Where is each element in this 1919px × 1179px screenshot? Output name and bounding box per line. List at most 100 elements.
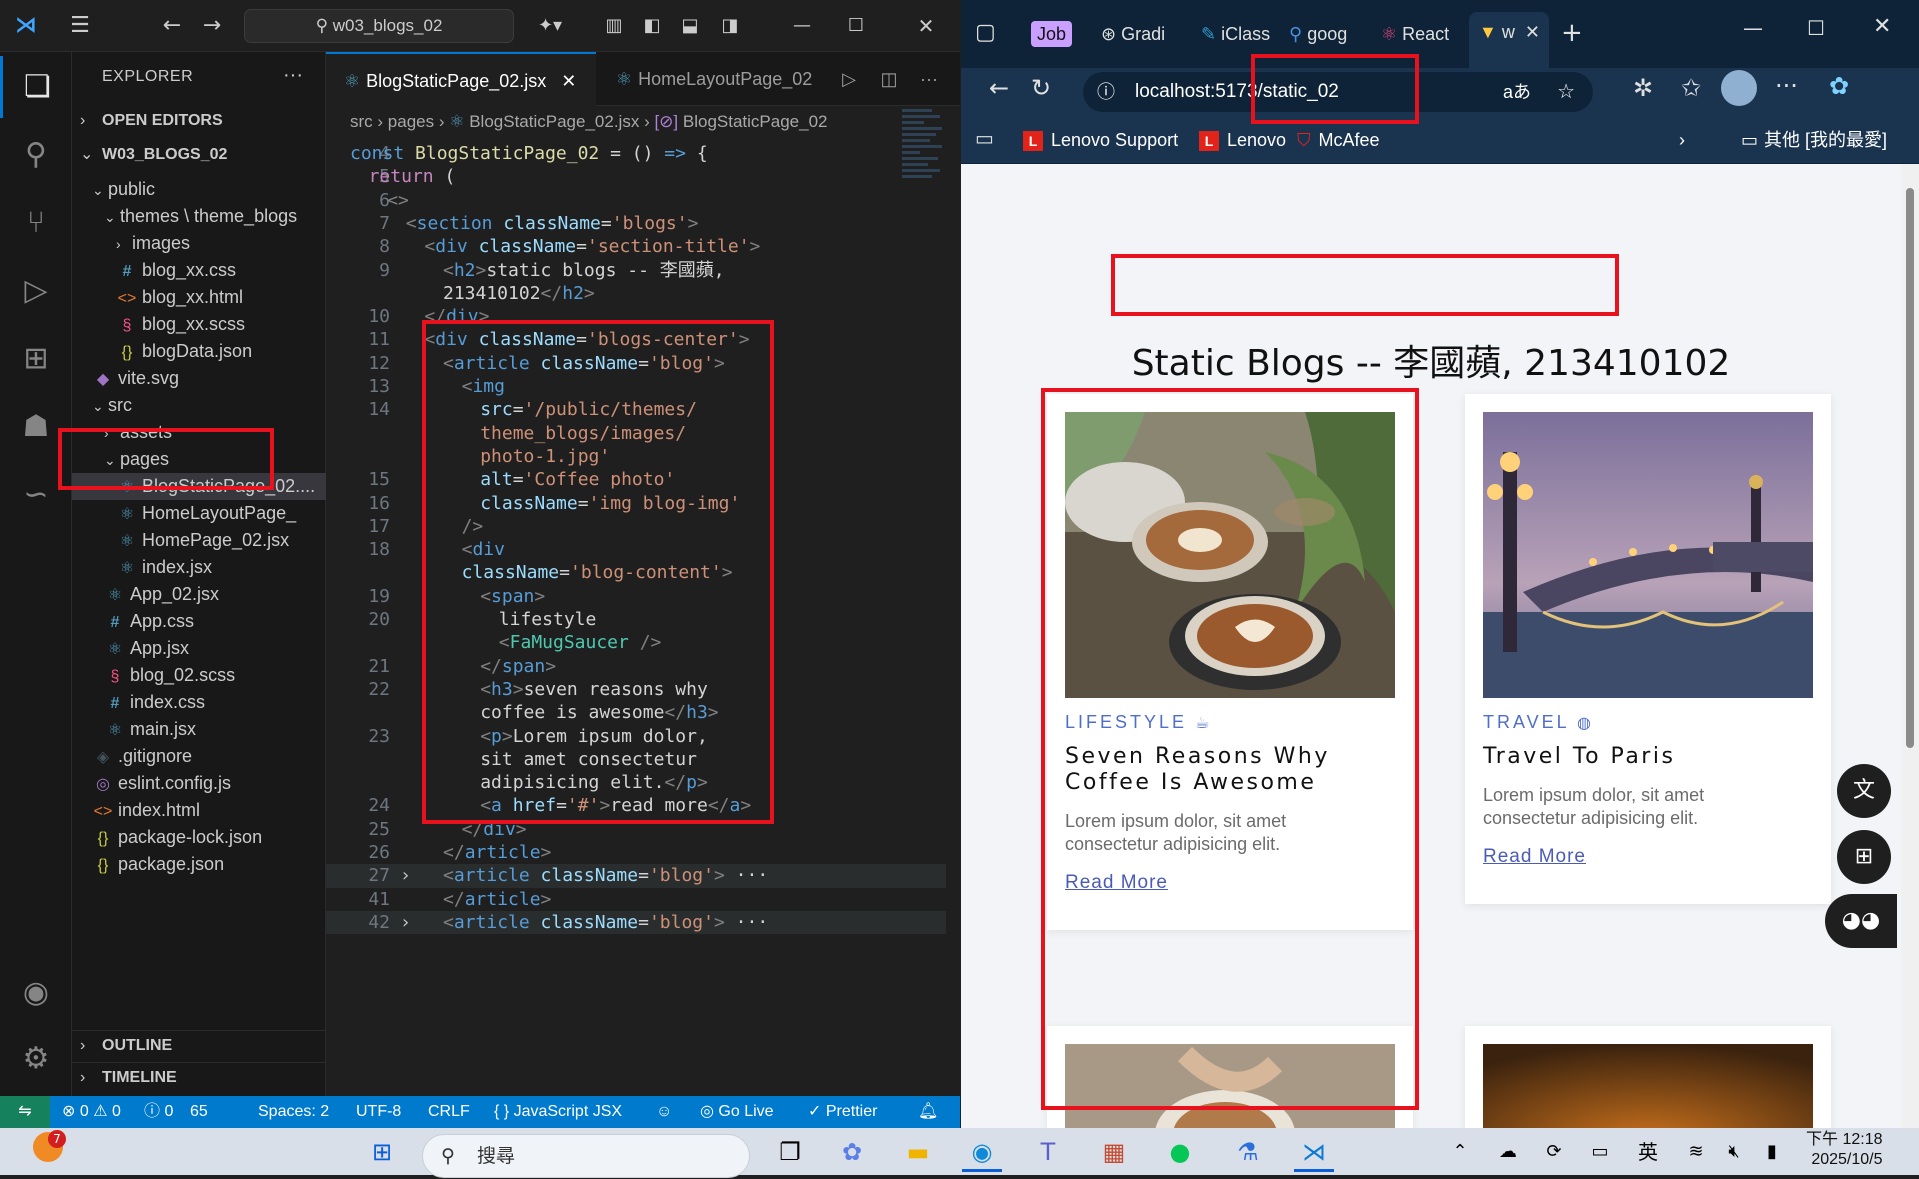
scrollbar-thumb[interactable] bbox=[1906, 188, 1914, 748]
taskbar-search[interactable]: ⚲ 搜尋 bbox=[422, 1134, 750, 1178]
more-actions-icon[interactable]: ··· bbox=[283, 64, 303, 87]
info-indicator[interactable]: ⓘ 0 bbox=[144, 1096, 173, 1128]
tree-item[interactable]: ◆ vite.svg bbox=[72, 365, 326, 392]
breadcrumb-item[interactable]: BlogStaticPage_02 bbox=[683, 112, 828, 131]
code-line[interactable]: 10 </div> bbox=[326, 305, 946, 328]
tree-item[interactable]: ⌄ src bbox=[72, 392, 326, 419]
apps-grid-icon[interactable]: ⊞ bbox=[1837, 830, 1891, 884]
code-line[interactable]: 4 const BlogStaticPage_02 = () => { bbox=[326, 142, 946, 165]
run-debug-icon[interactable]: ▷ bbox=[0, 260, 72, 322]
tab-homelayoutpage[interactable]: ⚛ HomeLayoutPage_02 bbox=[598, 52, 830, 106]
close-tab-icon[interactable]: ✕ bbox=[561, 71, 576, 91]
store-icon[interactable]: ▦ bbox=[1094, 1132, 1134, 1172]
layout-customize-icon[interactable]: ▥ bbox=[598, 12, 630, 40]
tab-gradio[interactable]: ⊛ Gradi bbox=[1101, 14, 1191, 54]
code-line[interactable]: 12 <article className='blog'> bbox=[326, 352, 946, 375]
code-line[interactable]: 8 <div className='section-title'> bbox=[326, 235, 946, 258]
code-line[interactable]: 21 </span> bbox=[326, 655, 946, 678]
favorites-icon[interactable]: ✩ bbox=[1681, 74, 1701, 102]
tab-react[interactable]: ⚛ React bbox=[1381, 14, 1465, 54]
tree-item[interactable]: ◎ eslint.config.js bbox=[72, 770, 326, 797]
breadcrumb-item[interactable]: BlogStaticPage_02.jsx bbox=[469, 112, 639, 131]
copilot-app-icon[interactable]: ✿ bbox=[832, 1132, 872, 1172]
chevron-up-icon[interactable]: ⌃ bbox=[1440, 1132, 1480, 1172]
language-status[interactable]: { } JavaScript JSX bbox=[494, 1096, 622, 1128]
other-favorites-folder[interactable]: ▭ 其他 [我的最愛] bbox=[1741, 128, 1887, 152]
wifi-icon[interactable]: ≋ bbox=[1676, 1132, 1716, 1172]
code-line[interactable]: 15 alt='Coffee photo' bbox=[326, 468, 946, 491]
back-arrow-icon[interactable]: ← bbox=[989, 74, 1009, 102]
source-control-icon[interactable]: ⑂ bbox=[0, 192, 72, 254]
sync-icon[interactable]: ⟳ bbox=[1534, 1132, 1574, 1172]
go-live-button[interactable]: ◎ Go Live bbox=[700, 1096, 774, 1128]
search-icon[interactable]: ⚲ bbox=[0, 124, 72, 186]
line-app-icon[interactable]: ● bbox=[1160, 1132, 1200, 1172]
read-more-link[interactable]: Read More bbox=[1483, 846, 1586, 868]
edge-browser-icon[interactable]: ◉ bbox=[962, 1132, 1002, 1172]
code-line[interactable]: 19 <span> bbox=[326, 585, 946, 608]
tree-item[interactable]: ⌄ pages bbox=[72, 446, 326, 473]
tree-item[interactable]: ⚛ App_02.jsx bbox=[72, 581, 326, 608]
code-line[interactable]: 6 <> bbox=[326, 189, 946, 212]
tree-item[interactable]: › images bbox=[72, 230, 326, 257]
fold-chevron-icon[interactable]: › bbox=[400, 911, 411, 934]
extensions-icon[interactable]: ✲ bbox=[1633, 74, 1653, 102]
code-editor[interactable]: 4 const BlogStaticPage_02 = () => {5 retur… bbox=[326, 142, 946, 1096]
breadcrumb-item[interactable]: src bbox=[350, 112, 373, 131]
tree-item[interactable]: # App.css bbox=[72, 608, 326, 635]
code-line[interactable]: 7 <section className='blogs'> bbox=[326, 212, 946, 235]
code-line[interactable]: 17 /> bbox=[326, 515, 946, 538]
fold-chevron-icon[interactable]: › bbox=[400, 864, 411, 887]
tree-item[interactable]: ⚛ HomePage_02.jsx bbox=[72, 527, 326, 554]
copilot-status-icon[interactable]: ☺ bbox=[656, 1096, 672, 1128]
windows-start-icon[interactable]: ⊞ bbox=[362, 1132, 402, 1172]
tree-item[interactable]: <> blog_xx.html bbox=[72, 284, 326, 311]
run-icon[interactable]: ▷ bbox=[834, 52, 864, 106]
tab-iclass[interactable]: ✎ iClass bbox=[1201, 14, 1281, 54]
close-tab-icon[interactable]: ✕ bbox=[1525, 22, 1540, 42]
app-icon[interactable]: ⚗ bbox=[1228, 1132, 1268, 1172]
assistant-bot-icon[interactable]: ◕◕ bbox=[1825, 894, 1897, 948]
favorite-star-icon[interactable]: ☆ bbox=[1557, 72, 1575, 112]
ime-indicator[interactable]: 英 bbox=[1628, 1132, 1668, 1172]
ports-count[interactable]: 65 bbox=[190, 1096, 208, 1128]
code-line[interactable]: 27 <article className='blog'> ··· › bbox=[326, 864, 946, 888]
weather-widget-icon[interactable]: 7 bbox=[28, 1130, 68, 1172]
new-tab-icon[interactable]: + bbox=[1561, 18, 1583, 48]
code-line[interactable]: adipisicing elit.</p> bbox=[326, 771, 946, 794]
refresh-icon[interactable]: ↻ bbox=[1031, 74, 1051, 102]
read-aloud-icon[interactable]: aあ bbox=[1503, 72, 1531, 112]
code-line[interactable]: 24 <a href='#'>read more</a> bbox=[326, 794, 946, 817]
code-line[interactable]: 16 className='img blog-img' bbox=[326, 492, 946, 515]
info-icon[interactable]: ⓘ bbox=[1097, 72, 1115, 112]
copilot-icon[interactable]: ✦▾ bbox=[534, 12, 566, 40]
settings-gear-icon[interactable]: ⚙ bbox=[0, 1028, 72, 1090]
translate-icon[interactable]: 文 bbox=[1837, 764, 1891, 818]
tab-job[interactable]: Job bbox=[1031, 14, 1091, 54]
code-line[interactable]: 18 <div bbox=[326, 538, 946, 561]
maximize-icon[interactable]: ☐ bbox=[840, 12, 872, 40]
tab-vite-active[interactable]: ▼ w ✕ bbox=[1469, 12, 1549, 68]
tree-item[interactable]: § blog_xx.scss bbox=[72, 311, 326, 338]
project-section[interactable]: ⌄ W03_BLOGS_02 bbox=[72, 140, 326, 170]
address-bar[interactable]: ⓘ localhost:5173/static_02 aあ ☆ bbox=[1083, 72, 1593, 112]
tree-item[interactable]: {} package-lock.json bbox=[72, 824, 326, 851]
tree-item[interactable]: ⌄ themes \ theme_blogs bbox=[72, 203, 326, 230]
code-line[interactable]: <FaMugSaucer /> bbox=[326, 631, 946, 654]
code-line[interactable]: 9 <h2>static blogs -- 李國蘋, bbox=[326, 259, 946, 282]
outline-section[interactable]: › OUTLINE bbox=[72, 1030, 326, 1060]
tree-item[interactable]: ⚛ index.jsx bbox=[72, 554, 326, 581]
code-line[interactable]: 5 return ( bbox=[326, 165, 946, 188]
tree-item[interactable]: ◈ .gitignore bbox=[72, 743, 326, 770]
chevron-right-icon[interactable]: › bbox=[1679, 128, 1685, 152]
code-line[interactable]: 13 <img bbox=[326, 375, 946, 398]
taskbar-clock[interactable]: 下午 12:18 2025/10/5 bbox=[1806, 1130, 1883, 1170]
more-menu-icon[interactable]: ··· bbox=[1775, 72, 1798, 100]
onedrive-cloud-icon[interactable]: ☁ bbox=[1488, 1132, 1528, 1172]
eol-status[interactable]: CRLF bbox=[428, 1096, 470, 1128]
tree-item[interactable]: ⌄ public bbox=[72, 176, 326, 203]
tree-item[interactable]: ⚛ main.jsx bbox=[72, 716, 326, 743]
command-search-input[interactable]: ⚲ w03_blogs_02 bbox=[244, 9, 514, 43]
close-icon[interactable]: ✕ bbox=[1873, 14, 1891, 39]
read-more-link[interactable]: Read More bbox=[1065, 872, 1168, 894]
